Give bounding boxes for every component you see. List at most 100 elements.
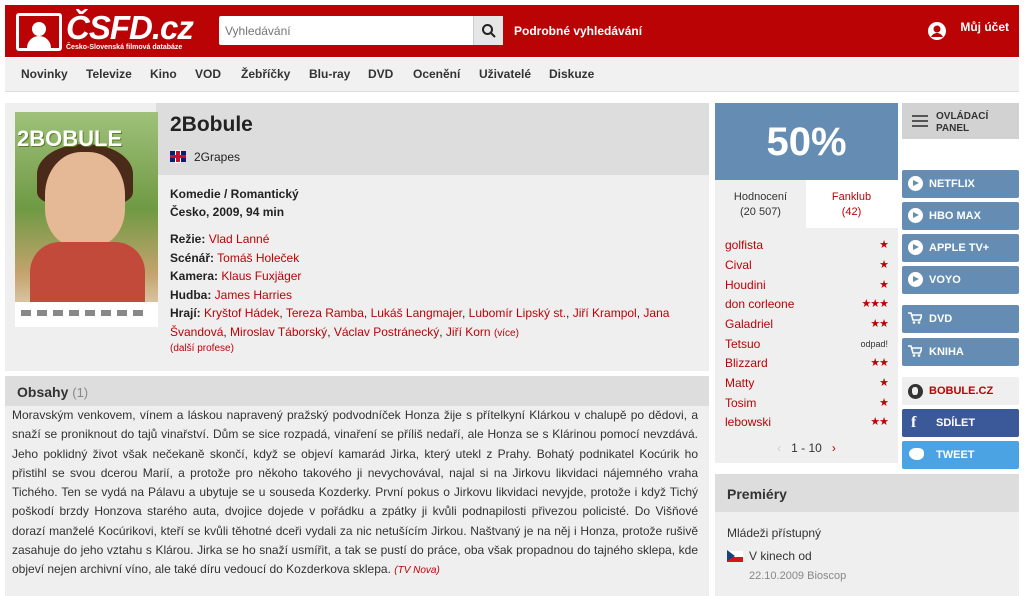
website-button[interactable]: BOBULE.CZ xyxy=(902,377,1019,405)
rating-tabs: Hodnocení (20 507) Fanklub (42) xyxy=(715,180,898,228)
nav-item-bluray[interactable]: Blu-ray xyxy=(309,67,350,81)
nav-item-televize[interactable]: Televize xyxy=(86,67,132,81)
tweet-button[interactable]: TWEET xyxy=(902,441,1019,469)
search-input[interactable] xyxy=(219,16,469,45)
crew-link[interactable]: Klaus Fuxjäger xyxy=(221,269,301,283)
film-logo-icon xyxy=(16,13,62,51)
cast-more-link[interactable]: (více) xyxy=(494,328,519,339)
crew-label: Hudba: xyxy=(170,288,212,302)
nav-item-zebricky[interactable]: Žebříčky xyxy=(241,67,290,81)
actor-link[interactable]: Václav Postránecký xyxy=(334,325,439,339)
main-nav: Novinky Televize Kino VOD Žebříčky Blu-r… xyxy=(5,58,1019,92)
rating-user[interactable]: golfista xyxy=(725,238,763,252)
more-professions-link[interactable]: (další profese) xyxy=(170,343,234,354)
actor-link[interactable]: Lukáš Langmajer xyxy=(371,306,462,320)
film-genre: Komedie / Romantický xyxy=(170,187,299,201)
vod-hbomax-button[interactable]: HBO MAX xyxy=(902,202,1019,230)
nav-item-novinky[interactable]: Novinky xyxy=(21,67,68,81)
cast-label: Hrají: xyxy=(170,306,201,320)
nav-item-oceneni[interactable]: Ocenění xyxy=(413,67,460,81)
poster-logos xyxy=(15,302,158,327)
search-box xyxy=(219,16,503,45)
plot-body: Moravským venkovem, vínem a láskou napra… xyxy=(12,408,698,577)
nav-item-diskuze[interactable]: Diskuze xyxy=(549,67,594,81)
actor-link[interactable]: Lubomír Lipský st. xyxy=(469,306,566,320)
vod-voyo-button[interactable]: VOYO xyxy=(902,266,1019,294)
play-icon xyxy=(908,208,923,223)
menu-icon xyxy=(912,115,928,127)
nav-item-vod[interactable]: VOD xyxy=(195,67,221,81)
pager-next-icon[interactable]: › xyxy=(832,441,836,455)
crew-director: Režie: Vlad Lanné xyxy=(170,232,269,246)
top-bar: ČSFD.cz Česko-Slovenská filmová databáze… xyxy=(5,5,1019,57)
tweet-label: TWEET xyxy=(936,449,975,461)
rating-user[interactable]: lebowski xyxy=(725,415,771,429)
rating-user[interactable]: Tosim xyxy=(725,396,756,410)
facebook-share-button[interactable]: f SDÍLET xyxy=(902,409,1019,437)
crew-label: Režie: xyxy=(170,232,206,246)
film-title: 2Bobule xyxy=(170,113,253,136)
control-panel-button[interactable]: OVLÁDACÍ PANEL xyxy=(902,103,1019,139)
crew-link[interactable]: Vlad Lanné xyxy=(209,232,270,246)
shop-label: DVD xyxy=(929,313,953,325)
rating-stars: ★ xyxy=(879,397,889,409)
pager-range: 1 - 10 xyxy=(791,441,822,455)
search-button[interactable] xyxy=(473,16,503,45)
user-ratings-list: golfista ★ Cival ★ Houdini ★ don corleone ★★… xyxy=(715,228,898,463)
actor-link[interactable]: Jiří Krampol xyxy=(573,306,637,320)
shop-label: KNIHA xyxy=(929,346,964,358)
rating-stars: ★ xyxy=(879,279,889,291)
film-origin: Česko, 2009, 94 min xyxy=(170,205,285,219)
rating-stars: ★★ xyxy=(870,357,889,369)
crew-label: Scénář: xyxy=(170,251,215,265)
actor-link[interactable]: Miroslav Táborský xyxy=(230,325,327,339)
rating-user[interactable]: Galadriel xyxy=(725,317,773,331)
rating-average: 50% xyxy=(715,103,898,180)
shop-dvd-button[interactable]: DVD xyxy=(902,305,1019,333)
premieres-header: Premiéry xyxy=(715,474,1019,512)
shop-book-button[interactable]: KNIHA xyxy=(902,338,1019,366)
actor-link[interactable]: Tereza Ramba xyxy=(286,306,364,320)
plot-text: Moravským venkovem, vínem a láskou napra… xyxy=(12,406,698,581)
csfd-logo[interactable]: ČSFD.cz Česko-Slovenská filmová databáze xyxy=(16,9,194,53)
rating-stars: ★ xyxy=(879,259,889,271)
rating-stars: ★ xyxy=(879,239,889,251)
rating-user[interactable]: don corleone xyxy=(725,297,794,311)
globe-icon xyxy=(908,384,923,399)
rating-stars: odpad! xyxy=(860,339,888,349)
cinema-label: V kinech od xyxy=(749,549,812,563)
film-poster[interactable]: 2BOBULE xyxy=(15,112,158,327)
nav-item-uzivatele[interactable]: Uživatelé xyxy=(479,67,531,81)
rating-stars: ★ xyxy=(879,377,889,389)
facebook-icon: f xyxy=(911,414,917,431)
rating-user[interactable]: Blizzard xyxy=(725,356,768,370)
tab-ratings[interactable]: Hodnocení (20 507) xyxy=(715,180,806,228)
rating-user[interactable]: Matty xyxy=(725,376,754,390)
rating-user[interactable]: Cival xyxy=(725,258,752,272)
nav-item-kino[interactable]: Kino xyxy=(150,67,177,81)
crew-link[interactable]: Tomáš Holeček xyxy=(217,251,299,265)
rating-stars: ★★ xyxy=(870,416,889,428)
account-button[interactable]: Můj účet xyxy=(928,20,1009,42)
crew-link[interactable]: James Harries xyxy=(215,288,292,302)
user-icon xyxy=(928,22,947,40)
advanced-search-link[interactable]: Podrobné vyhledávání xyxy=(514,24,642,38)
tab-count: (42) xyxy=(841,206,862,218)
rating-user[interactable]: Houdini xyxy=(725,278,766,292)
pager-prev-icon[interactable]: ‹ xyxy=(777,441,781,455)
tab-fanclub[interactable]: Fanklub (42) xyxy=(806,180,897,228)
rating-user[interactable]: Tetsuo xyxy=(725,337,760,351)
nav-item-dvd[interactable]: DVD xyxy=(368,67,393,81)
vod-appletv-button[interactable]: APPLE TV+ xyxy=(902,234,1019,262)
tab-label: Fanklub xyxy=(831,191,872,203)
website-label: BOBULE.CZ xyxy=(929,385,994,397)
control-panel-label: OVLÁDACÍ PANEL xyxy=(936,111,989,134)
cinema-date: 22.10.2009 Bioscop xyxy=(749,570,847,582)
plot-source[interactable]: (TV Nova) xyxy=(394,565,440,576)
age-rating: Mládeži přístupný xyxy=(727,526,822,540)
vod-netflix-button[interactable]: NETFLIX xyxy=(902,170,1019,198)
actor-link[interactable]: Jiří Korn xyxy=(446,325,491,339)
poster-title: 2BOBULE xyxy=(17,126,123,151)
uk-flag-icon xyxy=(170,151,186,162)
actor-link[interactable]: Kryštof Hádek xyxy=(204,306,279,320)
